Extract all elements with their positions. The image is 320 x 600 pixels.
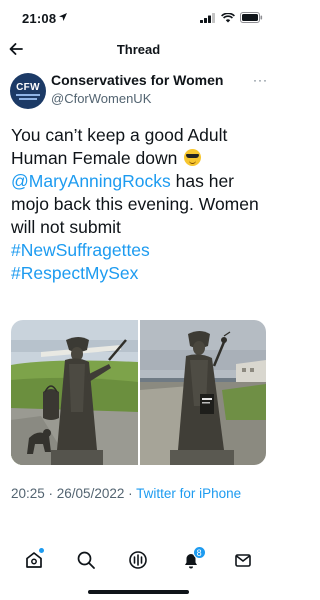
location-arrow-icon: [59, 13, 67, 21]
statue-photo-icon: [11, 320, 138, 465]
home-icon: [26, 552, 42, 568]
battery-icon: [240, 12, 263, 23]
tweet-photo-1[interactable]: [11, 320, 138, 465]
tab-home[interactable]: [18, 544, 50, 576]
mail-icon: [235, 554, 251, 567]
tab-search[interactable]: [70, 544, 102, 576]
status-bar: 21:08: [0, 0, 277, 34]
author-handle[interactable]: @CforWomenUK: [51, 91, 151, 106]
statue-photo-icon: [139, 320, 266, 465]
tab-notifications[interactable]: 8: [175, 544, 207, 576]
tweet-time-date: 20:25 · 26/05/2022 ·: [11, 486, 137, 501]
tweet-media: [11, 320, 266, 465]
tweet-source-link[interactable]: Twitter for iPhone: [136, 486, 241, 501]
notification-count-badge: 8: [192, 546, 206, 559]
search-icon: [77, 551, 96, 569]
cellular-signal-icon: [200, 12, 215, 23]
author-display-name[interactable]: Conservatives for Women: [51, 72, 223, 88]
tweet-photo-2[interactable]: [139, 320, 267, 465]
avatar-decoration: [19, 98, 37, 100]
page-title: Thread: [116, 42, 161, 57]
avatar-text: CFW: [16, 82, 40, 93]
tab-messages[interactable]: [227, 544, 259, 576]
home-indicator[interactable]: [88, 590, 189, 594]
hashtag-link[interactable]: #NewSuffragettes: [11, 240, 150, 260]
status-time: 21:08: [22, 11, 57, 26]
spaces-icon: [129, 551, 148, 569]
tweet-author: CFW Conservatives for Women @CforWomenUK…: [10, 68, 270, 112]
tab-bar: 8: [0, 540, 277, 580]
nav-bar: Thread: [0, 34, 277, 64]
more-options-button[interactable]: ···: [253, 73, 268, 87]
tweet-text: You can’t keep a good Adult Human Female…: [11, 124, 269, 285]
mention-link[interactable]: @MaryAnningRocks: [11, 171, 171, 191]
hashtag-link[interactable]: #RespectMySex: [11, 263, 138, 283]
avatar[interactable]: CFW: [10, 73, 46, 109]
wifi-icon: [221, 12, 235, 22]
tweet-timestamp: 20:25 · 26/05/2022 · Twitter for iPhone: [11, 484, 269, 503]
avatar-decoration: [16, 94, 40, 96]
status-icons: [200, 12, 263, 23]
sunglasses-emoji-icon: [184, 149, 202, 166]
tab-spaces[interactable]: [122, 544, 154, 576]
